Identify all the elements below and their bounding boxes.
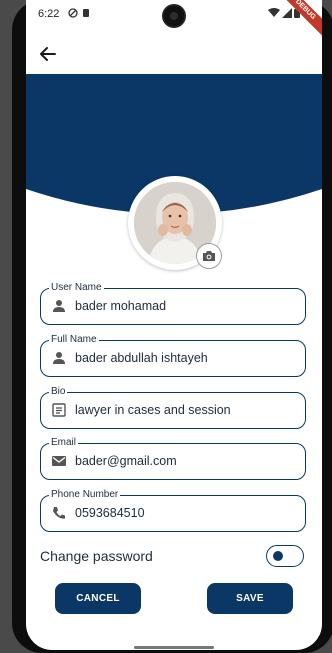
phone-number-field[interactable]: Phone Number 0593684510: [40, 488, 306, 532]
app-screen: 6:22 DEBUG User Name bader mohamad Full …: [26, 0, 322, 650]
back-arrow-icon[interactable]: [36, 42, 60, 66]
full-name-label: Full Name: [49, 333, 99, 347]
phone-number-value: 0593684510: [75, 506, 145, 520]
do-not-disturb-icon: [68, 8, 78, 18]
change-password-toggle[interactable]: [266, 545, 304, 567]
signal-icon: [282, 8, 292, 18]
article-icon: [52, 403, 66, 417]
toggle-knob: [273, 551, 283, 561]
wifi-icon: [268, 8, 280, 17]
phone-number-label: Phone Number: [49, 488, 121, 502]
email-value: bader@gmail.com: [75, 454, 177, 468]
change-password-label: Change password: [40, 548, 153, 564]
user-name-field[interactable]: User Name bader mohamad: [40, 281, 306, 325]
full-name-field[interactable]: Full Name bader abdullah ishtayeh: [40, 333, 306, 377]
mail-icon: [52, 456, 66, 466]
save-button[interactable]: SAVE: [207, 583, 293, 614]
email-field[interactable]: Email bader@gmail.com: [40, 436, 306, 480]
change-photo-button[interactable]: [196, 243, 222, 269]
bio-field[interactable]: Bio lawyer in cases and session: [40, 385, 306, 429]
camera-icon: [203, 251, 215, 261]
user-name-label: User Name: [49, 281, 104, 295]
phone-icon: [53, 507, 65, 519]
bio-label: Bio: [49, 385, 68, 399]
bio-value: lawyer in cases and session: [75, 403, 231, 417]
cancel-button[interactable]: CANCEL: [55, 583, 141, 614]
full-name-value: bader abdullah ishtayeh: [75, 351, 208, 365]
person-icon: [53, 352, 65, 364]
sim-card-icon: [83, 9, 89, 17]
status-time: 6:22: [38, 8, 60, 20]
home-indicator: [134, 646, 214, 649]
person-icon: [53, 300, 65, 312]
email-label: Email: [49, 436, 79, 450]
front-camera: [164, 6, 184, 26]
user-name-value: bader mohamad: [75, 299, 167, 313]
